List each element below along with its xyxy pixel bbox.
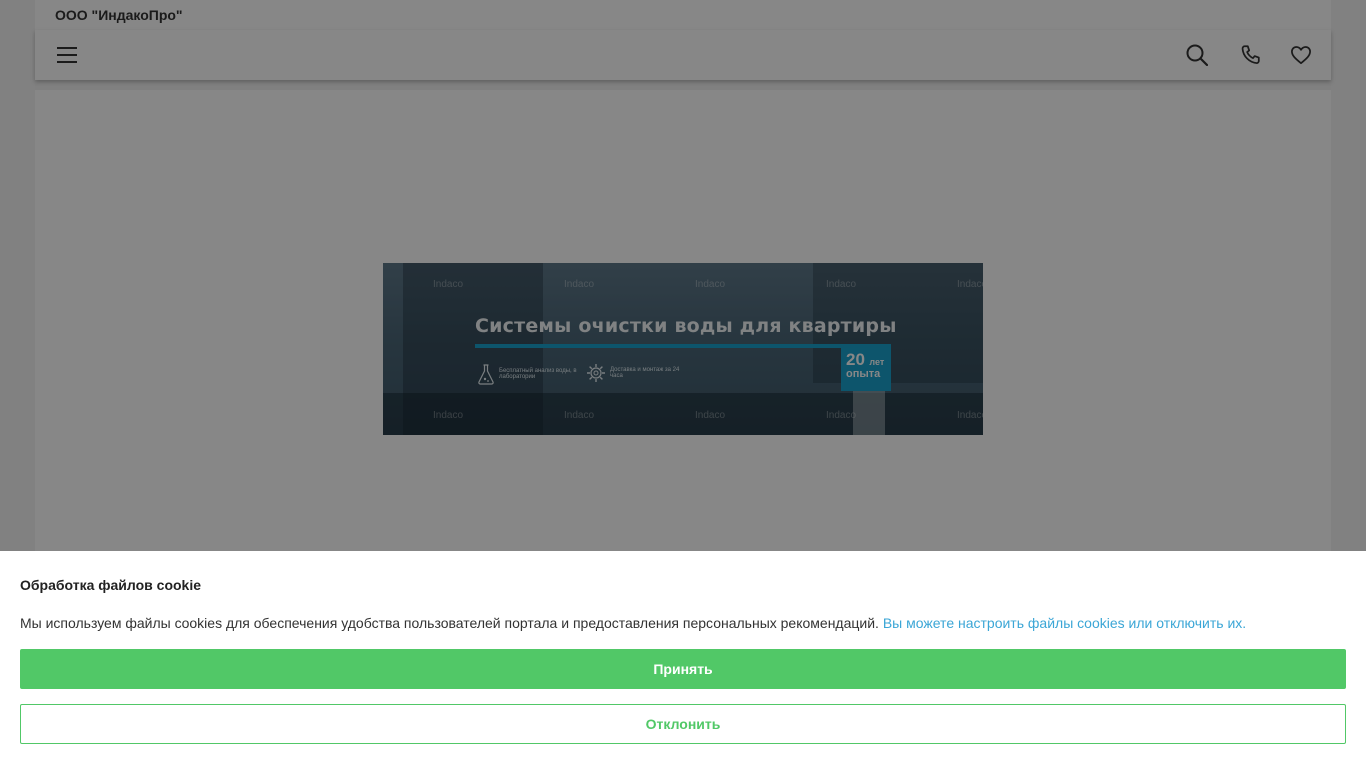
cookie-settings-link[interactable]: Вы можете настроить файлы cookies или от… [883,615,1246,631]
accept-button[interactable]: Принять [20,649,1346,689]
cookie-description: Мы используем файлы cookies для обеспече… [20,615,1346,631]
cookie-consent-banner: Обработка файлов cookie Мы используем фа… [0,551,1366,768]
decline-button[interactable]: Отклонить [20,704,1346,744]
cookie-text: Мы используем файлы cookies для обеспече… [20,615,879,631]
cookie-title: Обработка файлов cookie [20,577,202,593]
